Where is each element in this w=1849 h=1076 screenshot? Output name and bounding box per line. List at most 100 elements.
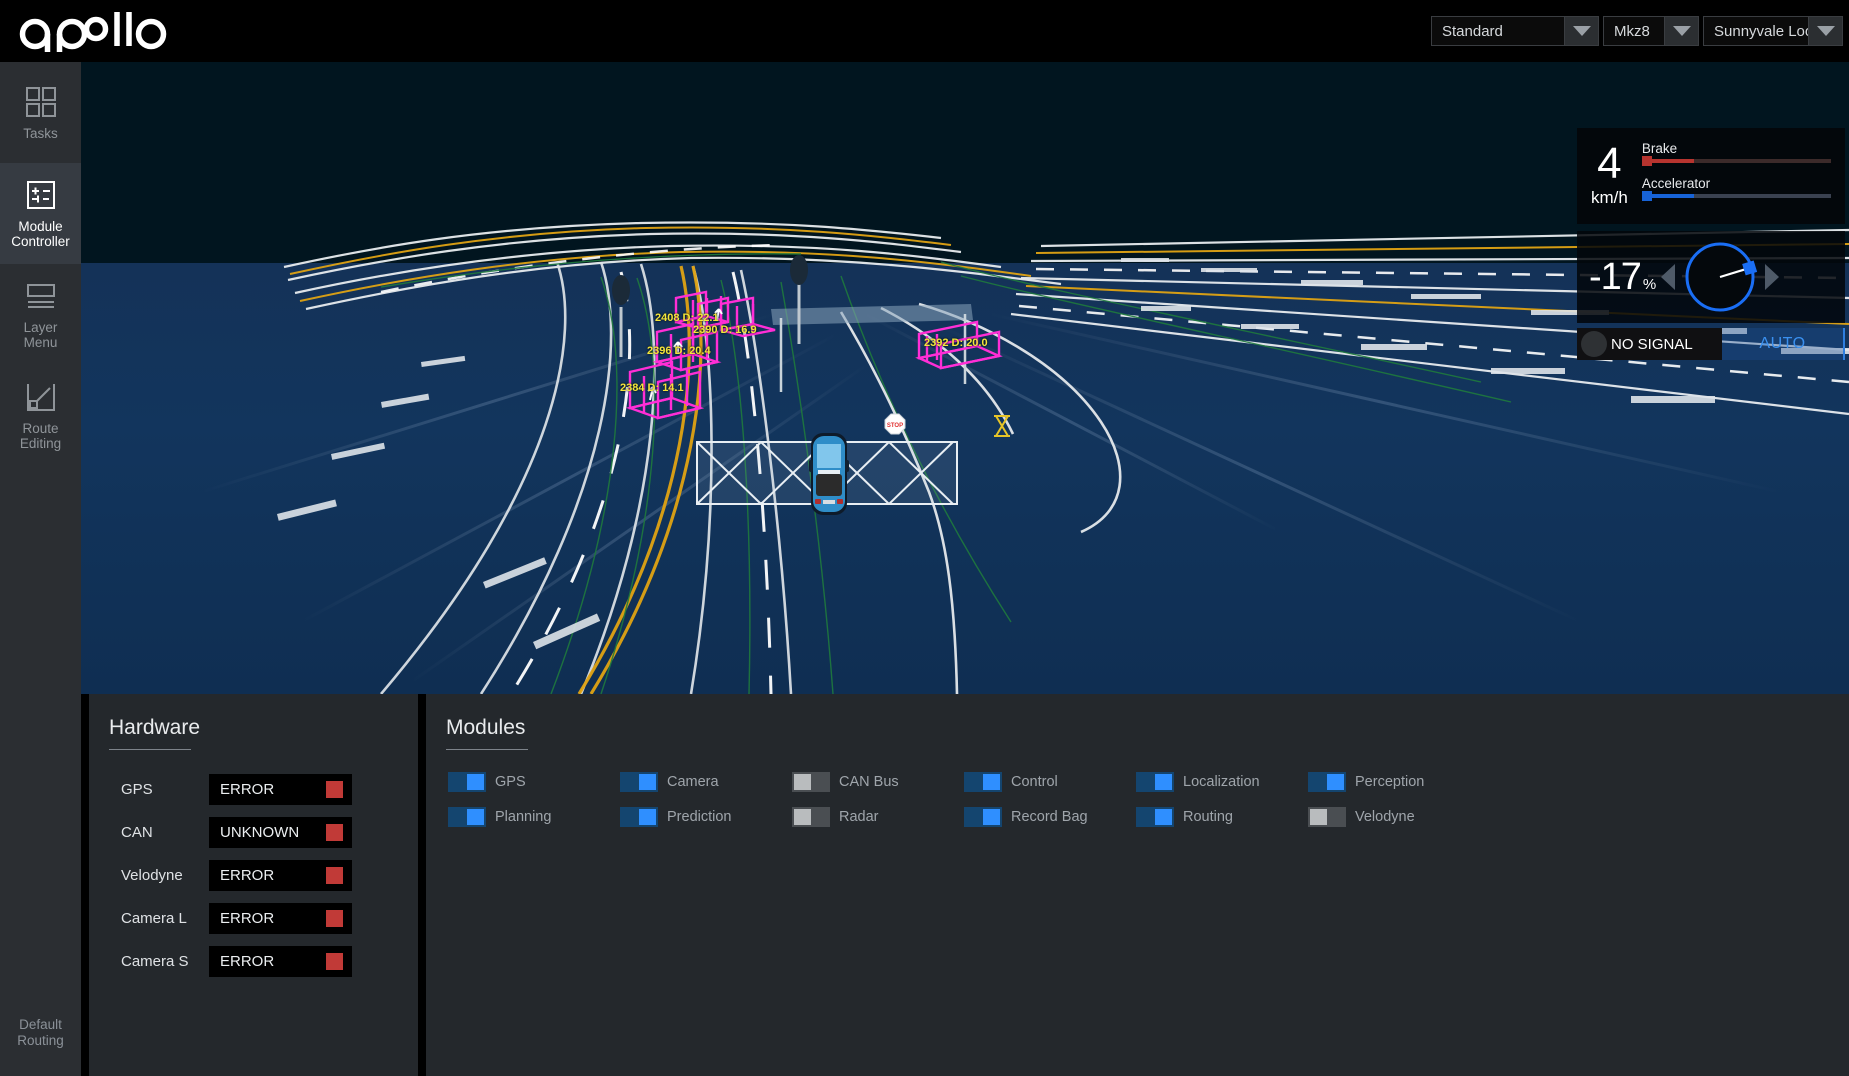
sidebar-item-tasks[interactable]: Tasks bbox=[0, 62, 81, 163]
sidebar-item-layer-menu[interactable]: Layer Menu bbox=[0, 264, 81, 365]
steer-left-arrow-icon[interactable] bbox=[1661, 264, 1676, 290]
hardware-name: GPS bbox=[121, 781, 153, 798]
module-item-perception[interactable]: Perception bbox=[1308, 772, 1480, 792]
module-controller-icon bbox=[26, 181, 55, 209]
status-led-icon bbox=[326, 781, 343, 798]
brake-knob bbox=[1641, 156, 1652, 166]
status-led-icon bbox=[326, 953, 343, 970]
module-toggle-record-bag[interactable] bbox=[964, 807, 1002, 827]
hardware-name: Camera L bbox=[121, 910, 187, 927]
obstacle-label: 2390 D: 16.9 bbox=[693, 324, 757, 336]
hardware-status-badge: ERROR bbox=[209, 903, 352, 934]
steering-value: -17% bbox=[1589, 255, 1656, 299]
module-toggle-can-bus[interactable] bbox=[792, 772, 830, 792]
status-led-icon bbox=[326, 867, 343, 884]
hardware-row: Camera L ERROR bbox=[89, 897, 418, 940]
chevron-down-icon[interactable] bbox=[1664, 17, 1698, 45]
module-label: Record Bag bbox=[1011, 809, 1088, 825]
hardware-panel-title: Hardware bbox=[109, 716, 201, 739]
sidebar-item-label-line2: Menu bbox=[23, 335, 58, 350]
module-item-record-bag[interactable]: Record Bag bbox=[964, 807, 1136, 827]
map-select-value: Sunnyvale Loop bbox=[1714, 22, 1822, 40]
module-label: Prediction bbox=[667, 809, 732, 825]
module-item-localization[interactable]: Localization bbox=[1136, 772, 1308, 792]
module-toggle-routing[interactable] bbox=[1136, 807, 1174, 827]
module-item-camera[interactable]: Camera bbox=[620, 772, 792, 792]
module-toggle-localization[interactable] bbox=[1136, 772, 1174, 792]
module-toggle-velodyne[interactable] bbox=[1308, 807, 1346, 827]
modules-title-rule bbox=[446, 749, 528, 750]
sidebar-item-route-editing[interactable]: Route Editing bbox=[0, 365, 81, 466]
module-toggle-radar[interactable] bbox=[792, 807, 830, 827]
module-toggle-perception[interactable] bbox=[1308, 772, 1346, 792]
module-toggle-prediction[interactable] bbox=[620, 807, 658, 827]
vehicle-select[interactable]: Mkz8 bbox=[1603, 16, 1699, 46]
mode-select[interactable]: Standard bbox=[1431, 16, 1599, 46]
map-select[interactable]: Sunnyvale Loop bbox=[1703, 16, 1843, 46]
module-toggle-control[interactable] bbox=[964, 772, 1002, 792]
sidebar-item-label: Route Editing bbox=[20, 421, 61, 451]
vehicle-select-value: Mkz8 bbox=[1614, 22, 1650, 40]
obstacle-label: 2396 D: 20.4 bbox=[647, 345, 711, 357]
module-toggle-gps[interactable] bbox=[448, 772, 486, 792]
hardware-status-badge: ERROR bbox=[209, 774, 352, 805]
steering-panel: -17% bbox=[1577, 231, 1845, 323]
hardware-title-rule bbox=[109, 749, 191, 750]
sidebar-item-label: Module Controller bbox=[11, 219, 70, 249]
sidebar-item-label-line1: Layer bbox=[23, 320, 58, 335]
pedal-gauges: Brake Accelerator bbox=[1641, 141, 1831, 211]
speed-value: 4 bbox=[1597, 139, 1622, 188]
sidebar-item-label-line2: Editing bbox=[19, 436, 62, 451]
module-item-velodyne[interactable]: Velodyne bbox=[1308, 807, 1480, 827]
module-label: Control bbox=[1011, 774, 1058, 790]
app-header: Standard Mkz8 Sunnyvale Loop bbox=[0, 0, 1849, 62]
obstacle-label: 2408 D: 22.1 bbox=[655, 312, 719, 324]
module-label: Radar bbox=[839, 809, 879, 825]
hud-panel: 4 km/h Brake Accelerator -17 % NO SIGNAL… bbox=[1577, 128, 1845, 360]
apollo-dreamview-app: Standard Mkz8 Sunnyvale Loop Tasks Modul… bbox=[0, 0, 1849, 1076]
steering-number: -17 bbox=[1589, 255, 1642, 298]
accelerator-bar bbox=[1641, 191, 1831, 201]
default-routing-label: Default Routing bbox=[17, 1017, 64, 1049]
module-item-prediction[interactable]: Prediction bbox=[620, 807, 792, 827]
speed-readout: 4 km/h bbox=[1591, 139, 1628, 208]
module-item-routing[interactable]: Routing bbox=[1136, 807, 1308, 827]
module-item-planning[interactable]: Planning bbox=[448, 807, 620, 827]
apollo-logo bbox=[19, 12, 167, 52]
module-item-radar[interactable]: Radar bbox=[792, 807, 964, 827]
module-item-can-bus[interactable]: CAN Bus bbox=[792, 772, 964, 792]
status-led-icon bbox=[326, 824, 343, 841]
chevron-down-icon[interactable] bbox=[1564, 17, 1598, 45]
signal-label: NO SIGNAL bbox=[1611, 335, 1693, 353]
hardware-status-text: ERROR bbox=[220, 910, 275, 927]
brake-bar bbox=[1641, 156, 1831, 166]
hardware-row: CAN UNKNOWN bbox=[89, 811, 418, 854]
module-label: Planning bbox=[495, 809, 552, 825]
panel-divider-left bbox=[81, 694, 89, 1076]
brake-label: Brake bbox=[1641, 141, 1678, 156]
sidebar-item-label-line2: Controller bbox=[11, 234, 70, 249]
scene-3d-viewport[interactable]: STOP 2408 D: 22.1 2390 D: 16.9 2396 D: 2… bbox=[81, 62, 1849, 694]
module-toggle-camera[interactable] bbox=[620, 772, 658, 792]
module-label: Routing bbox=[1183, 809, 1233, 825]
brake-gauge: Brake bbox=[1641, 141, 1831, 166]
hardware-row: Velodyne ERROR bbox=[89, 854, 418, 897]
default-routing-button[interactable]: Default Routing bbox=[0, 990, 81, 1076]
module-item-gps[interactable]: GPS bbox=[448, 772, 620, 792]
hardware-status-text: UNKNOWN bbox=[220, 824, 300, 841]
chevron-down-icon[interactable] bbox=[1808, 17, 1842, 45]
steering-unit: % bbox=[1642, 275, 1656, 293]
module-toggle-planning[interactable] bbox=[448, 807, 486, 827]
panel-divider-middle bbox=[418, 694, 426, 1076]
steer-right-arrow-icon[interactable] bbox=[1765, 264, 1780, 290]
module-label: CAN Bus bbox=[839, 774, 899, 790]
sidebar-item-label-line1: Module bbox=[18, 219, 63, 234]
hardware-status-badge: UNKNOWN bbox=[209, 817, 352, 848]
module-item-control[interactable]: Control bbox=[964, 772, 1136, 792]
driving-mode-button[interactable]: AUTO bbox=[1722, 328, 1845, 360]
sidebar-item-label-line1: Route bbox=[22, 421, 59, 436]
route-editing-icon bbox=[26, 384, 55, 411]
sidebar-item-module-controller[interactable]: Module Controller bbox=[0, 163, 81, 264]
hardware-name: Camera S bbox=[121, 953, 189, 970]
modules-panel: Modules GPS Camera CAN Bus Control Local… bbox=[426, 694, 1849, 1076]
